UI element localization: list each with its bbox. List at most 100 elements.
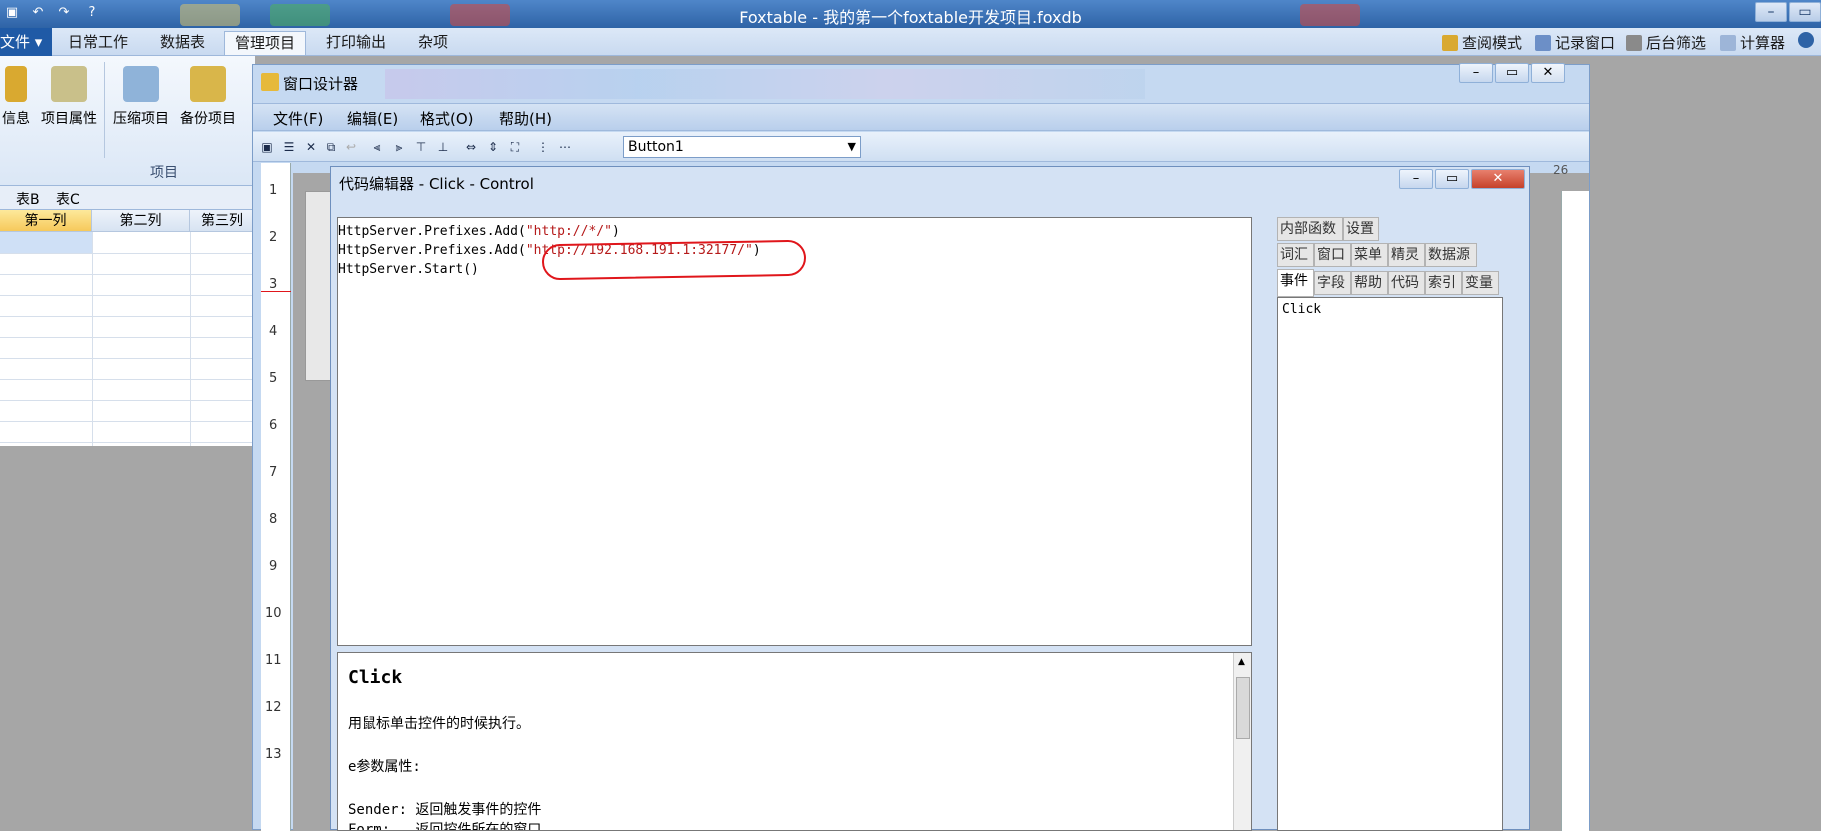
lookup-mode-button[interactable]: 查阅模式 [1442,32,1522,53]
control-select[interactable]: Button1 ▼ [623,136,861,158]
calculator-button[interactable]: 计算器 [1720,32,1785,53]
tab-variables[interactable]: 变量 [1462,271,1499,295]
tab-events[interactable]: 事件 [1277,269,1314,297]
grid-line [0,274,255,275]
delete-icon[interactable]: ✕ [303,139,319,155]
ruler-number: 1 [269,183,278,198]
code-line: HttpServer.Prefixes.Add("http://*/") [338,222,1251,241]
project-properties-button[interactable]: 项目属性 [36,66,102,128]
events-list[interactable]: Click [1277,297,1503,831]
data-grid[interactable]: 第一列 第二列 第三列 [0,210,255,446]
sheet-tab-c[interactable]: 表C [56,189,80,209]
tab-help[interactable]: 帮助 [1351,271,1388,295]
property-panel-edge [1561,191,1589,831]
info-button[interactable]: 信息 [0,66,32,128]
column-header[interactable]: 第一列 [0,210,92,232]
minimize-button[interactable]: – [1755,2,1787,22]
align-right-icon[interactable]: ⫸ [391,139,407,155]
window-title: Foxtable - 我的第一个foxtable开发项目.foxdb [739,8,1082,27]
scroll-up-icon[interactable]: ▲ [1238,657,1245,667]
editor-minimize-button[interactable]: – [1399,169,1433,189]
vertical-spacing-icon[interactable]: ⋮ [535,139,551,155]
same-size-icon[interactable]: ⛶ [507,139,523,155]
tab-code[interactable]: 代码 [1388,271,1425,295]
maximize-button[interactable]: ▭ [1789,2,1821,22]
ribbon-body: 信息 项目属性 压缩项目 备份项目 项目 [0,56,255,186]
ruler-number: 5 [269,371,278,386]
tab-settings[interactable]: 设置 [1343,217,1379,241]
code-text: HttpServer.Prefixes.Add( [338,243,526,258]
editor-maximize-button[interactable]: ▭ [1435,169,1469,189]
ruler-number: 2 [269,230,278,245]
main-title-bar: ▣ ↶ ↷ ? Foxtable - 我的第一个foxtable开发项目.fox… [0,0,1821,28]
backup-project-button[interactable]: 备份项目 [175,66,241,128]
control-select-value: Button1 [628,139,684,155]
help-title: Click [348,667,403,688]
grid-line [92,232,93,446]
sheet-tab-bar: 表B 表C [0,186,255,210]
ruler-number: 8 [269,512,278,527]
align-bottom-icon[interactable]: ⊥ [435,139,451,155]
tab-daily-work[interactable]: 日常工作 [58,31,138,55]
menu-file[interactable]: 文件(F) [273,108,323,129]
award-icon [5,66,27,102]
document-icon [51,66,87,102]
code-text: ) [611,224,620,239]
paste-icon[interactable]: ↩ [343,139,359,155]
selected-cell[interactable] [0,232,92,253]
tab-index[interactable]: 索引 [1425,271,1462,295]
code-editor-window: 代码编辑器 - Click - Control – ▭ ✕ HttpServer… [330,166,1530,831]
tab-manage-project[interactable]: 管理项目 [224,31,307,55]
file-menu-tab[interactable]: 文件 ▾ [0,28,52,56]
same-width-icon[interactable]: ⇔ [463,139,479,155]
calculator-icon [1720,34,1736,51]
properties-icon[interactable]: ☰ [281,139,297,155]
tab-data-table[interactable]: 数据表 [150,31,215,55]
grid-line [190,232,191,446]
designer-close-button[interactable]: ✕ [1531,63,1565,83]
tab-misc[interactable]: 杂项 [408,31,458,55]
tab-print-output[interactable]: 打印输出 [316,31,396,55]
column-header[interactable]: 第二列 [92,210,190,232]
horizontal-spacing-icon[interactable]: ⋯ [557,139,573,155]
tab-builtin-functions[interactable]: 内部函数 [1277,217,1343,241]
code-text-area[interactable]: HttpServer.Prefixes.Add("http://*/") Htt… [337,217,1252,646]
tab-fields[interactable]: 字段 [1314,271,1351,295]
help-scrollbar[interactable]: ▲ [1233,653,1251,830]
sheet-tab-b[interactable]: 表B [16,189,40,209]
ruler-number: 7 [269,465,278,480]
ruler-number: 9 [269,559,278,574]
editor-close-button[interactable]: ✕ [1471,169,1525,189]
align-left-icon[interactable]: ⫷ [369,139,385,155]
help-line: Sender: 返回触发事件的控件 [348,802,542,818]
align-top-icon[interactable]: ⊤ [413,139,429,155]
column-header[interactable]: 第三列 [190,210,255,232]
background-decor-icon [385,69,1145,99]
ruler-marker [261,291,291,292]
designer-minimize-button[interactable]: – [1459,63,1493,83]
record-window-button[interactable]: 记录窗口 [1535,32,1615,53]
save-icon[interactable]: ▣ [259,139,275,155]
help-button[interactable] [1798,32,1814,48]
designer-menu-bar: 文件(F) 编辑(E) 格式(O) 帮助(H) [253,103,1589,131]
menu-help[interactable]: 帮助(H) [499,108,552,129]
background-filter-button[interactable]: 后台筛选 [1626,32,1706,53]
menu-format[interactable]: 格式(O) [420,108,474,129]
tab-menu[interactable]: 菜单 [1351,243,1388,267]
compress-project-button[interactable]: 压缩项目 [108,66,174,128]
designer-title: 窗口设计器 [283,75,359,93]
compress-project-label: 压缩项目 [113,111,169,127]
ruler-number: 4 [269,324,278,339]
designer-maximize-button[interactable]: ▭ [1495,63,1529,83]
tab-wizard[interactable]: 精灵 [1388,243,1425,267]
tab-window[interactable]: 窗口 [1314,243,1351,267]
tab-vocabulary[interactable]: 词汇 [1277,243,1314,267]
same-height-icon[interactable]: ⇕ [485,139,501,155]
list-item[interactable]: Click [1282,302,1321,317]
tab-datasource[interactable]: 数据源 [1425,243,1477,267]
ruler-number: 12 [265,700,282,715]
copy-icon[interactable]: ⧉ [323,139,339,155]
scrollbar-thumb[interactable] [1236,677,1250,739]
designer-app-icon [261,73,279,91]
menu-edit[interactable]: 编辑(E) [347,108,398,129]
